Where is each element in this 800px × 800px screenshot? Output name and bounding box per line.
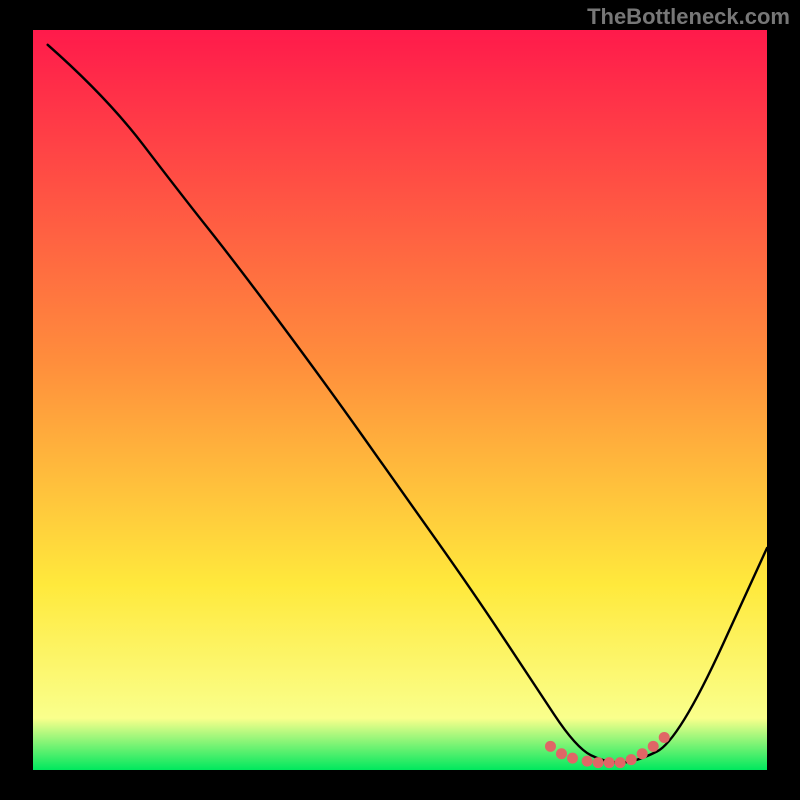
marker-dot <box>545 741 556 752</box>
marker-dot <box>556 748 567 759</box>
bottleneck-chart <box>0 0 800 800</box>
chart-container: TheBottleneck.com <box>0 0 800 800</box>
marker-dot <box>615 757 626 768</box>
marker-dot <box>659 732 670 743</box>
plot-background <box>33 30 767 770</box>
marker-dot <box>582 756 593 767</box>
marker-dot <box>637 748 648 759</box>
marker-dot <box>567 753 578 764</box>
marker-dot <box>626 754 637 765</box>
marker-dot <box>648 741 659 752</box>
marker-dot <box>593 757 604 768</box>
marker-dot <box>604 757 615 768</box>
attribution-label: TheBottleneck.com <box>587 4 790 30</box>
